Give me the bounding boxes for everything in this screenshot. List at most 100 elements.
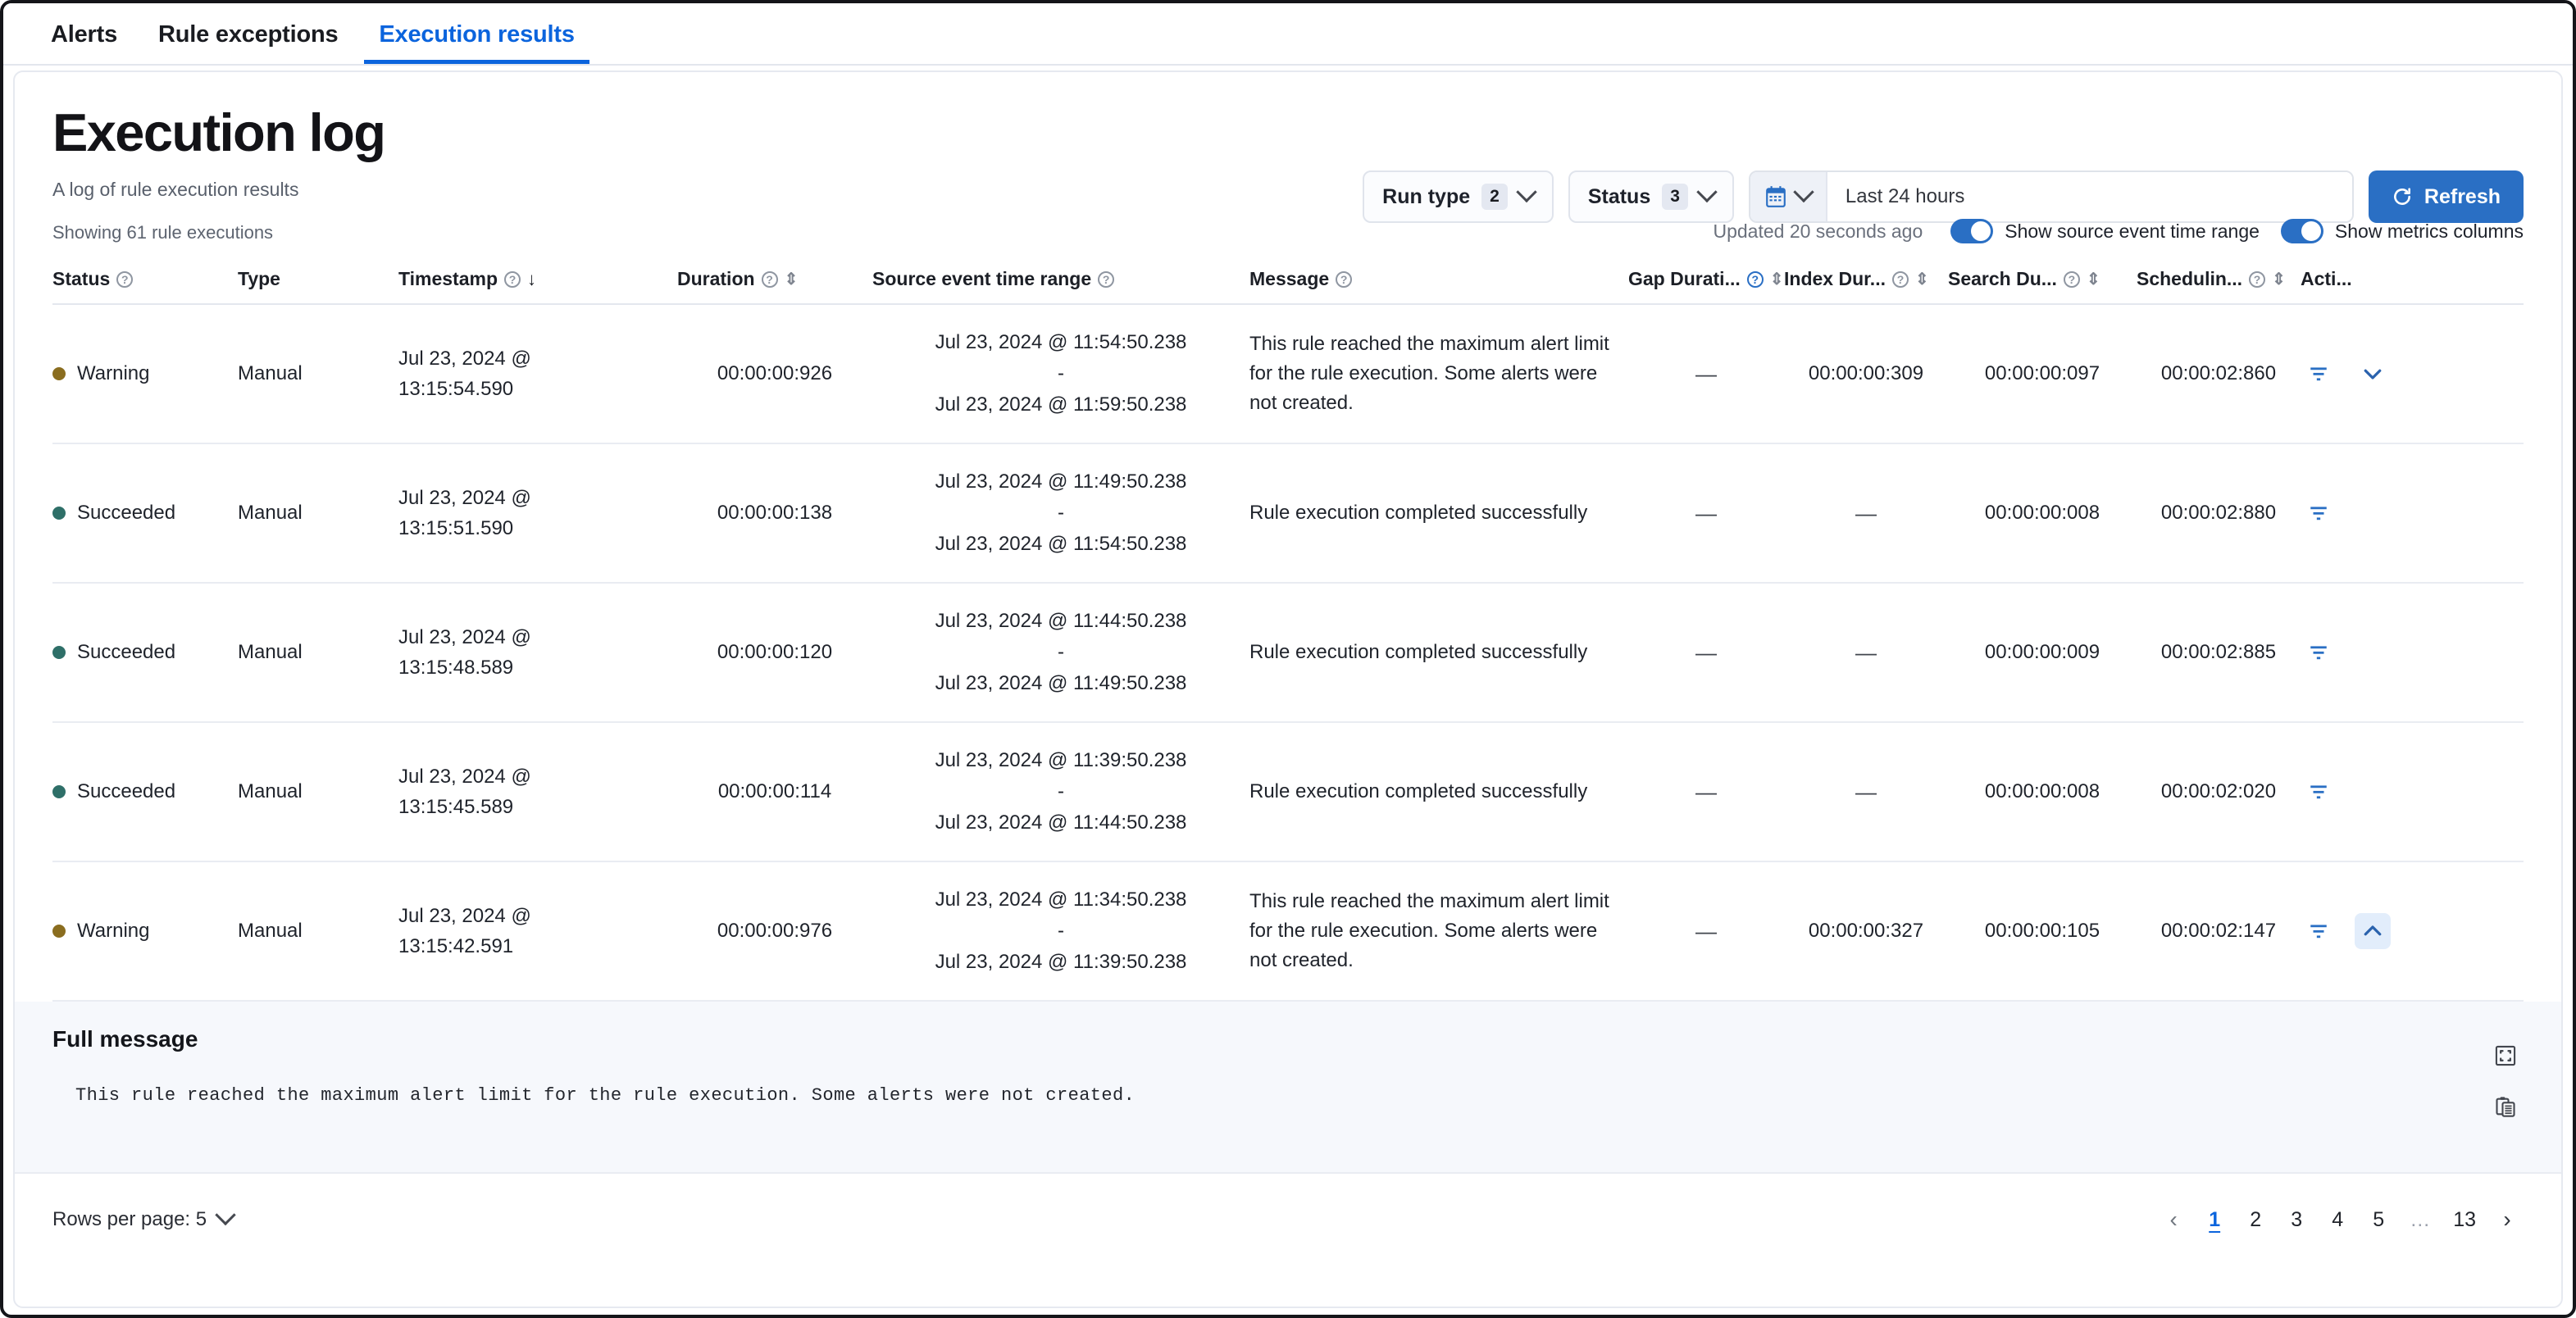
- chevron-down-icon: [2364, 369, 2382, 379]
- pagination-page-3[interactable]: 3: [2280, 1202, 2313, 1238]
- cell-gap-duration: —: [1695, 500, 1717, 525]
- column-label: Type: [238, 268, 280, 290]
- status-filter-button[interactable]: Status 3: [1568, 170, 1734, 223]
- collapse-row-button[interactable]: [2355, 913, 2391, 950]
- pagination-next-button[interactable]: ›: [2491, 1202, 2524, 1238]
- column-header-index-duration[interactable]: Index Dur... ? ⇕: [1784, 268, 1948, 290]
- help-icon[interactable]: ?: [1336, 270, 1353, 288]
- toggle-metrics-columns[interactable]: Show metrics columns: [2280, 219, 2524, 244]
- pagination-page-5[interactable]: 5: [2362, 1202, 2395, 1238]
- timestamp-date: Jul 23, 2024 @: [398, 626, 531, 649]
- timestamp-date: Jul 23, 2024 @: [398, 905, 531, 928]
- cell-status: Succeeded: [52, 780, 238, 803]
- status-label: Succeeded: [77, 641, 176, 664]
- full-message-title: Full message: [52, 1026, 198, 1052]
- refresh-button[interactable]: Refresh: [2368, 170, 2524, 223]
- status-label: Warning: [77, 362, 150, 385]
- column-header-search-duration[interactable]: Search Du... ? ⇕: [1948, 268, 2137, 290]
- refresh-icon: [2394, 188, 2410, 205]
- filter-icon[interactable]: [2301, 634, 2337, 670]
- table-row[interactable]: Succeeded Manual Jul 23, 2024 @ 13:15:48…: [52, 584, 2524, 724]
- pagination-page-2[interactable]: 2: [2239, 1202, 2272, 1238]
- source-start: Jul 23, 2024 @ 11:44:50.238: [935, 609, 1187, 632]
- cell-source-event-time-range: Jul 23, 2024 @ 11:44:50.238 - Jul 23, 20…: [872, 606, 1249, 700]
- pagination-prev-button[interactable]: ‹: [2157, 1202, 2190, 1238]
- pagination-page-13[interactable]: 13: [2446, 1202, 2483, 1238]
- pagination-page-4[interactable]: 4: [2321, 1202, 2354, 1238]
- column-label: Search Du...: [1948, 268, 2057, 290]
- toggle-metrics-label: Show metrics columns: [2334, 220, 2524, 242]
- calendar-quick-select-button[interactable]: [1750, 172, 1827, 221]
- tab-alerts[interactable]: Alerts: [36, 23, 132, 64]
- toggle-source-event-time-range[interactable]: Show source event time range: [1950, 219, 2260, 244]
- copy-to-clipboard-button[interactable]: [2487, 1088, 2524, 1125]
- filter-funnel-icon: [2310, 367, 2327, 381]
- cell-actions: [2301, 495, 2399, 531]
- sort-both-icon: ⇕: [1914, 270, 1929, 289]
- source-end: Jul 23, 2024 @ 11:54:50.238: [935, 533, 1187, 556]
- tab-rule-exceptions[interactable]: Rule exceptions: [143, 23, 353, 64]
- column-header-type[interactable]: Type: [238, 268, 398, 290]
- timestamp-date: Jul 23, 2024 @: [398, 348, 531, 370]
- tab-execution-results[interactable]: Execution results: [364, 23, 589, 64]
- help-icon[interactable]: ?: [2249, 270, 2266, 288]
- help-icon[interactable]: ?: [116, 270, 134, 288]
- status-filter-count: 3: [1662, 184, 1688, 210]
- column-header-gap-duration[interactable]: Gap Durati... ? ⇕: [1628, 268, 1784, 290]
- rows-per-page-selector[interactable]: Rows per page: 5: [52, 1204, 236, 1231]
- status-filter-label: Status: [1587, 184, 1651, 208]
- toggle-knob: [2301, 221, 2321, 242]
- pagination: ‹ 1 2 3 4 5 … 13 ›: [2157, 1202, 2524, 1238]
- date-range-input[interactable]: [1827, 172, 2352, 221]
- column-label: Source event time range: [872, 268, 1092, 290]
- table-row[interactable]: Succeeded Manual Jul 23, 2024 @ 13:15:45…: [52, 723, 2524, 863]
- run-type-filter-button[interactable]: Run type 2: [1363, 170, 1554, 223]
- cell-message: Rule execution completed successfully: [1249, 638, 1628, 667]
- status-dot-succeeded: [52, 646, 66, 660]
- cell-gap-duration: —: [1695, 639, 1717, 665]
- cell-type: Manual: [238, 502, 303, 525]
- help-icon[interactable]: ?: [1746, 270, 1764, 288]
- expand-fullscreen-button[interactable]: [2487, 1038, 2524, 1074]
- sort-both-icon: ⇕: [2086, 270, 2100, 289]
- help-icon[interactable]: ?: [761, 270, 778, 288]
- help-icon[interactable]: ?: [1891, 270, 1909, 288]
- toggle-switch[interactable]: [2280, 219, 2323, 244]
- toggle-switch[interactable]: [1950, 219, 1994, 244]
- filter-icon[interactable]: [2301, 356, 2337, 392]
- column-header-message[interactable]: Message ?: [1249, 268, 1628, 290]
- filter-icon[interactable]: [2301, 495, 2337, 531]
- cell-actions: [2301, 356, 2399, 392]
- status-label: Succeeded: [77, 502, 176, 525]
- column-header-status[interactable]: Status ?: [52, 268, 238, 290]
- help-icon[interactable]: ?: [1098, 270, 1115, 288]
- message-text: Rule execution completed successfully: [1249, 780, 1588, 803]
- help-icon[interactable]: ?: [504, 270, 521, 288]
- column-label: Timestamp: [398, 268, 498, 290]
- column-header-source-event-time-range[interactable]: Source event time range ?: [872, 268, 1249, 290]
- cell-actions: [2301, 774, 2399, 810]
- table-row[interactable]: Succeeded Manual Jul 23, 2024 @ 13:15:51…: [52, 444, 2524, 584]
- cell-actions: [2301, 634, 2399, 670]
- filter-icon[interactable]: [2301, 774, 2337, 810]
- sort-both-icon: ⇕: [784, 270, 799, 289]
- cell-timestamp: Jul 23, 2024 @ 13:15:45.589: [398, 761, 677, 822]
- cell-type: Manual: [238, 362, 303, 385]
- help-icon[interactable]: ?: [2063, 270, 2080, 288]
- cell-type: Manual: [238, 780, 303, 803]
- pagination-page-1[interactable]: 1: [2198, 1202, 2231, 1238]
- cell-actions: [2301, 913, 2399, 950]
- column-header-scheduling-duration[interactable]: Schedulin... ? ⇕: [2137, 268, 2301, 290]
- column-header-duration[interactable]: Duration ? ⇕: [677, 268, 872, 290]
- column-header-timestamp[interactable]: Timestamp ? ↓: [398, 268, 677, 290]
- cell-status: Succeeded: [52, 502, 238, 525]
- source-end: Jul 23, 2024 @ 11:49:50.238: [935, 672, 1187, 695]
- timestamp-time: 13:15:48.589: [398, 657, 514, 679]
- table-row[interactable]: Warning Manual Jul 23, 2024 @ 13:15:42.5…: [52, 862, 2524, 1002]
- expand-row-button[interactable]: [2355, 356, 2391, 392]
- table-footer: Rows per page: 5 ‹ 1 2 3 4 5 … 13 ›: [15, 1174, 2561, 1238]
- filter-icon[interactable]: [2301, 913, 2337, 949]
- table-row[interactable]: Warning Manual Jul 23, 2024 @ 13:15:54.5…: [52, 305, 2524, 445]
- source-end: Jul 23, 2024 @ 11:44:50.238: [935, 811, 1187, 834]
- timestamp-date: Jul 23, 2024 @: [398, 487, 531, 510]
